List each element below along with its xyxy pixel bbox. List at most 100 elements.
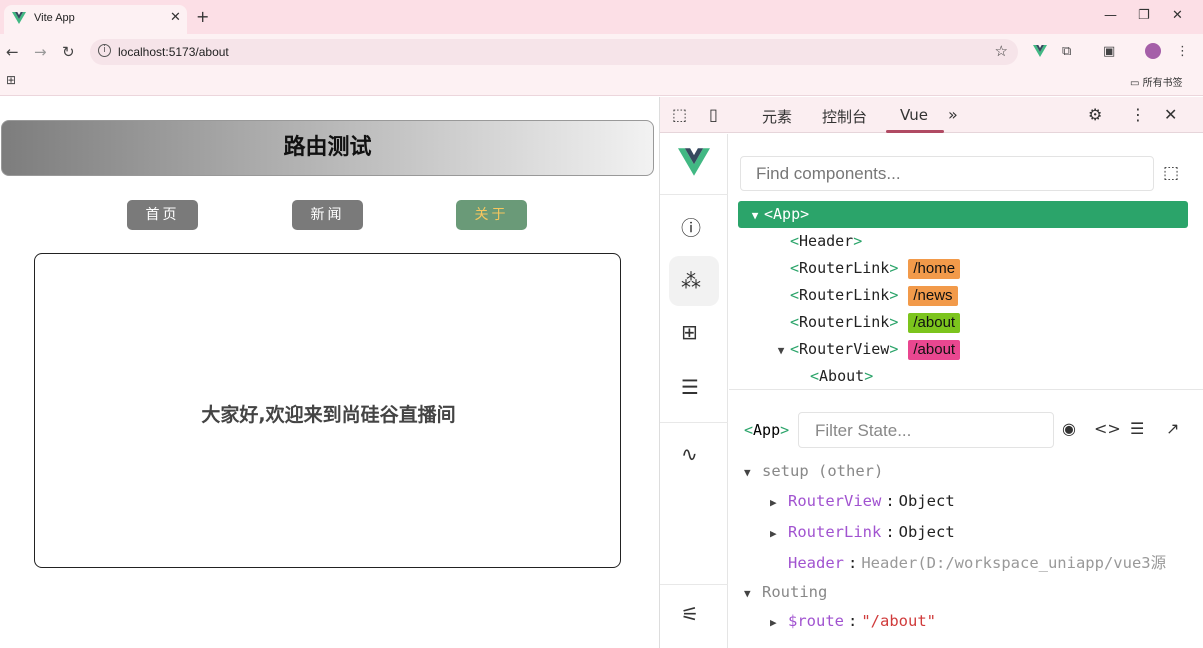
route-badge: /home <box>908 259 961 279</box>
tree-node-routerview[interactable]: ▼ <RouterView>/about <box>772 336 961 364</box>
tree-node-about[interactable]: <About> <box>810 363 873 384</box>
url-input[interactable]: i localhost:5173/about ☆ <box>90 39 1018 65</box>
route-badge: /news <box>908 286 958 306</box>
device-toolbar-icon[interactable]: ▯ <box>709 105 718 124</box>
expand-arrow-icon[interactable]: ▼ <box>744 461 762 485</box>
about-content-text: 大家好,欢迎来到尚硅谷直播间 <box>201 404 456 426</box>
state-key: RouterView <box>788 492 882 510</box>
sidebar-divider <box>660 584 728 585</box>
component-search-placeholder: Find components... <box>756 164 901 183</box>
router-icon[interactable]: ∿ <box>681 442 698 466</box>
tree-node-routerlink[interactable]: <RouterLink>/home <box>790 255 961 282</box>
bookmark-star-icon[interactable]: ☆ <box>995 42 1008 60</box>
site-info-icon[interactable]: i <box>98 44 111 57</box>
web-page: 路由测试 首页 新闻 关于 大家好,欢迎来到尚硅谷直播间 <box>0 97 659 648</box>
nav-link-home[interactable]: 首页 <box>127 200 198 230</box>
collapse-arrow-icon[interactable]: ▼ <box>772 337 790 364</box>
state-key: $route <box>788 612 844 630</box>
extensions-icon[interactable]: ⧉ <box>1062 44 1071 59</box>
state-row[interactable]: ▶ RouterView: Object <box>770 489 955 513</box>
inspect-dom-icon[interactable]: ☰ <box>1130 419 1144 438</box>
state-value: Object <box>898 492 955 510</box>
open-in-editor-icon[interactable]: ↗ <box>1166 419 1179 438</box>
vue-devtools-sidebar: ⓘ ⁂ ⊞ ☰ ∿ ⚟ <box>660 134 728 648</box>
inspect-element-icon[interactable]: ⬚ <box>672 105 687 124</box>
state-group-routing[interactable]: ▼ Routing <box>744 580 827 604</box>
tab-elements[interactable]: 元素 <box>762 106 792 127</box>
state-value: Header(D:/workspace_uniapp/vue3源 <box>861 554 1167 572</box>
timeline-icon[interactable]: ☰ <box>681 375 699 399</box>
nav-link-about[interactable]: 关于 <box>456 200 527 230</box>
state-row[interactable]: ▶ $route: "/about" <box>770 609 936 633</box>
tree-node-label: About <box>819 367 865 384</box>
minimize-icon[interactable]: — <box>1104 8 1117 23</box>
tree-node-label: RouterLink <box>799 313 890 331</box>
settings-gear-icon[interactable]: ⚙ <box>1088 105 1102 124</box>
address-bar-row: ← → ↻ i localhost:5173/about ☆ ⧉ ▣ ⋮ <box>0 34 1203 70</box>
route-badge: /about <box>908 313 961 333</box>
more-menu-icon[interactable]: ⋮ <box>1176 44 1189 59</box>
state-row[interactable]: Header: Header(D:/workspace_uniapp/vue3源 <box>788 551 1203 575</box>
tree-node-routerlink[interactable]: <RouterLink>/news <box>790 282 958 309</box>
devtools-menu-icon[interactable]: ⋮ <box>1130 105 1146 124</box>
filter-state-placeholder: Filter State... <box>815 421 912 440</box>
devtools-tab-bar: ⬚ ▯ 元素 控制台 Vue » ⚙ ⋮ ✕ <box>660 97 1203 133</box>
devtools-close-icon[interactable]: ✕ <box>1164 105 1177 124</box>
tab-console[interactable]: 控制台 <box>822 106 867 127</box>
scroll-to-component-icon[interactable]: ◉ <box>1062 419 1076 438</box>
forward-icon[interactable]: → <box>34 43 47 61</box>
component-tree: ▼ <App> <Header> <RouterLink>/home <Route… <box>738 201 1203 384</box>
components-icon[interactable]: ⁂ <box>681 269 701 293</box>
url-text: localhost:5173/about <box>118 45 229 59</box>
filter-state-input[interactable]: Filter State... <box>798 412 1054 448</box>
window-close-icon[interactable]: ✕ <box>1172 8 1183 23</box>
state-group-label: setup (other) <box>762 462 884 480</box>
more-tabs-icon[interactable]: » <box>948 105 958 124</box>
all-bookmarks-folder[interactable]: ▭ 所有书签 <box>1130 74 1183 89</box>
state-value: Object <box>898 523 955 541</box>
expand-arrow-icon[interactable]: ▶ <box>770 611 788 635</box>
devtools-panel: ⬚ ▯ 元素 控制台 Vue » ⚙ ⋮ ✕ ⓘ ⁂ ⊞ ☰ ∿ ⚟ Find … <box>659 97 1203 648</box>
panel-splitter[interactable] <box>729 389 1203 390</box>
tab-close-icon[interactable]: ✕ <box>170 10 181 25</box>
route-badge: /about <box>908 340 961 360</box>
tab-vue[interactable]: Vue <box>900 106 928 124</box>
expand-arrow-icon[interactable]: ▶ <box>770 491 788 515</box>
expand-arrow-icon[interactable]: ▼ <box>744 582 762 606</box>
profile-avatar[interactable] <box>1145 43 1161 59</box>
select-component-icon[interactable]: ⬚ <box>1163 163 1179 183</box>
component-tree-icon[interactable]: ⊞ <box>681 320 698 344</box>
state-row[interactable]: ▶ RouterLink: Object <box>770 520 955 544</box>
reading-mode-icon[interactable]: ▣ <box>1103 44 1115 59</box>
tree-node-app[interactable]: ▼ <App> <box>738 201 1188 228</box>
component-search-input[interactable]: Find components... <box>740 156 1154 191</box>
show-render-code-icon[interactable]: <> <box>1094 419 1121 438</box>
vue-devtools-extension-icon[interactable] <box>1033 45 1047 57</box>
tree-node-label: RouterLink <box>799 259 890 277</box>
reload-icon[interactable]: ↻ <box>62 43 75 61</box>
back-icon[interactable]: ← <box>6 43 19 61</box>
apps-grid-icon[interactable]: ⊞ <box>6 73 16 87</box>
state-key: RouterLink <box>788 523 882 541</box>
tree-node-routerlink[interactable]: <RouterLink>/about <box>790 309 961 336</box>
tree-node-label: App <box>773 205 801 223</box>
active-tab-indicator <box>886 130 944 133</box>
collapse-arrow-icon[interactable]: ▼ <box>746 202 764 229</box>
state-value: "/about" <box>861 612 936 630</box>
settings-sliders-icon[interactable]: ⚟ <box>681 602 699 626</box>
maximize-icon[interactable]: ❐ <box>1138 8 1150 23</box>
new-tab-button[interactable]: + <box>196 7 209 26</box>
nav-link-news[interactable]: 新闻 <box>292 200 363 230</box>
vue-logo-icon <box>678 148 710 176</box>
tree-node-label: RouterView <box>799 340 890 358</box>
state-group-setup[interactable]: ▼ setup (other) <box>744 459 883 483</box>
router-view-container: 大家好,欢迎来到尚硅谷直播间 <box>34 253 621 568</box>
vue-favicon-icon <box>12 12 26 24</box>
app-info-icon[interactable]: ⓘ <box>681 212 701 241</box>
bookmarks-bar: ⊞ ▭ 所有书签 <box>0 70 1203 96</box>
expand-arrow-icon[interactable]: ▶ <box>770 522 788 546</box>
browser-tab[interactable]: Vite App ✕ <box>4 5 187 34</box>
page-title: 路由测试 <box>1 120 654 176</box>
tree-node-header[interactable]: <Header> <box>790 228 862 255</box>
state-key: Header <box>788 554 844 572</box>
